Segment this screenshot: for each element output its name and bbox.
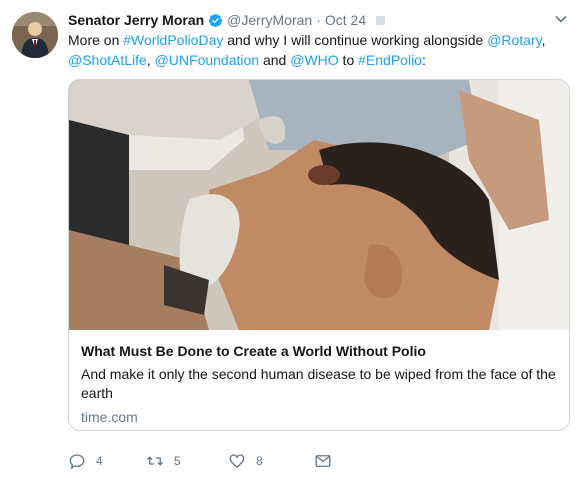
tweet-header: Senator Jerry Moran @JerryMoran · Oct 24: [68, 10, 564, 30]
tweet-text-link[interactable]: @UNFoundation: [155, 52, 260, 68]
retweet-count: 5: [174, 454, 181, 468]
tweet-date[interactable]: Oct 24: [325, 12, 366, 28]
tweet-text: More on #WorldPolioDay and why I will co…: [68, 30, 558, 70]
heart-icon: [229, 454, 245, 468]
reply-icon: [69, 454, 85, 470]
card-description: And make it only the second human diseas…: [81, 366, 556, 401]
card-title[interactable]: What Must Be Done to Create a World With…: [81, 342, 557, 361]
avatar-image: [12, 12, 58, 58]
translate-icon: [376, 15, 386, 25]
tweet-text-segment: and: [259, 52, 291, 68]
avatar[interactable]: [12, 12, 58, 58]
tweet-text-segment: and why I will continue working alongsid…: [223, 32, 488, 48]
card-photo: [69, 80, 569, 330]
like-button[interactable]: 8: [228, 452, 314, 470]
tweet-text-link[interactable]: #WorldPolioDay: [123, 32, 223, 48]
envelope-icon: [315, 455, 331, 467]
tweet-text-link[interactable]: #EndPolio: [358, 52, 422, 68]
tweet-text-segment: :: [421, 52, 426, 68]
retweet-icon: [147, 456, 163, 466]
tweet-text-link[interactable]: @ShotAtLife: [68, 52, 147, 68]
chevron-down-icon[interactable]: [554, 12, 568, 26]
tweet-text-segment: More on: [68, 32, 124, 48]
tweet-text-segment: ,: [541, 32, 546, 48]
author-name[interactable]: Senator Jerry Moran: [68, 12, 204, 28]
reply-count: 4: [96, 454, 103, 468]
author-handle[interactable]: @JerryMoran: [227, 12, 312, 28]
reply-button[interactable]: 4: [68, 452, 146, 470]
tweet-actions: 4 5 8: [68, 450, 332, 472]
tweet-text-segment: to: [338, 52, 359, 68]
tweet-text-segment: ,: [146, 52, 155, 68]
verified-badge-icon: [209, 13, 223, 27]
card-domain: time.com: [81, 409, 138, 425]
tweet-text-link[interactable]: @Rotary: [487, 32, 541, 48]
like-count: 8: [256, 454, 263, 468]
direct-message-button[interactable]: [314, 452, 332, 470]
separator: ·: [316, 12, 321, 28]
card-image[interactable]: [69, 80, 569, 330]
link-card[interactable]: What Must Be Done to Create a World With…: [68, 79, 570, 431]
tweet-text-link[interactable]: @WHO: [290, 52, 338, 68]
retweet-button[interactable]: 5: [146, 452, 228, 470]
